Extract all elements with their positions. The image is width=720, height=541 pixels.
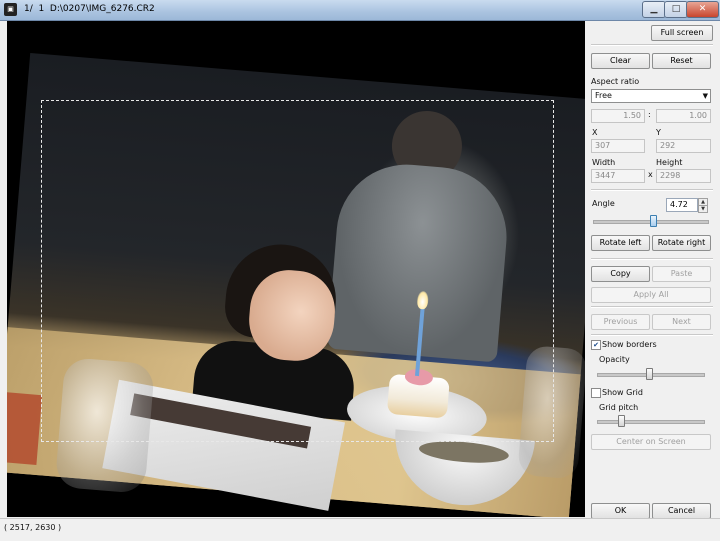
angle-spin-down-icon[interactable]: ▼ [698,205,708,213]
grid-pitch-label: Grid pitch [599,403,639,412]
cancel-button[interactable]: Cancel [652,503,711,519]
opacity-label: Opacity [599,355,630,364]
separator [591,334,713,336]
close-icon: ✕ [698,4,707,14]
dropdown-arrow-icon: ▼ [702,92,708,100]
x-label: X [592,128,598,137]
crop-window: ▣ 1/ 1 D:\0207\IMG_6276.CR2 ▁ □ ✕ Full s… [0,0,720,541]
x-field[interactable]: 307 [591,139,645,153]
height-field[interactable]: 2298 [656,169,711,183]
image-viewer[interactable] [7,21,585,517]
opacity-slider-thumb[interactable] [646,368,653,380]
photo-red-object [7,391,43,465]
paste-button[interactable]: Paste [652,266,711,282]
height-label: Height [656,158,683,167]
crop-settings-panel: Full screen Clear Reset Aspect ratio Fre… [587,21,718,519]
y-field[interactable]: 292 [656,139,711,153]
aspect-ratio-value: Free [595,91,612,100]
show-grid-checkbox[interactable] [591,388,601,398]
app-icon[interactable]: ▣ [4,3,17,16]
apply-all-button[interactable]: Apply All [591,287,711,303]
next-button[interactable]: Next [652,314,711,330]
maximize-icon: □ [671,4,681,14]
aspect-ratio-label: Aspect ratio [591,77,640,86]
crop-rectangle[interactable] [41,100,554,442]
separator [591,189,713,191]
ratio-width-field[interactable]: 1.50 [591,109,645,123]
ratio-separator: : [648,110,651,119]
status-bar: ( 2517, 2630 ) [0,518,720,541]
width-field[interactable]: 3447 [591,169,645,183]
y-label: Y [656,128,661,137]
previous-button[interactable]: Previous [591,314,650,330]
show-borders-checkbox[interactable]: ✔ [591,340,601,350]
separator [591,44,713,46]
times-sign: x [648,170,653,179]
angle-field[interactable]: 4.72 [666,198,698,212]
copy-button[interactable]: Copy [591,266,650,282]
maximize-button[interactable]: □ [664,1,688,18]
separator [591,306,713,308]
reset-button[interactable]: Reset [652,53,711,69]
grid-pitch-slider-track[interactable] [597,420,705,424]
ratio-height-field[interactable]: 1.00 [656,109,711,123]
center-on-screen-button[interactable]: Center on Screen [591,434,711,450]
angle-slider-thumb[interactable] [650,215,657,227]
separator [591,258,713,260]
show-borders-label[interactable]: Show borders [602,340,657,349]
rotate-right-button[interactable]: Rotate right [652,235,711,251]
checkmark-icon: ✔ [593,341,599,349]
angle-label: Angle [592,199,615,208]
close-button[interactable]: ✕ [686,1,719,18]
width-label: Width [592,158,616,167]
minimize-icon: ▁ [650,4,658,14]
window-title: 1/ 1 D:\0207\IMG_6276.CR2 [24,4,155,14]
grid-pitch-slider-thumb[interactable] [618,415,625,427]
clear-button[interactable]: Clear [591,53,650,69]
cursor-coordinates: ( 2517, 2630 ) [4,523,62,532]
aspect-ratio-select[interactable]: Free ▼ [591,89,711,103]
title-bar[interactable]: ▣ 1/ 1 D:\0207\IMG_6276.CR2 ▁ □ ✕ [0,0,720,21]
show-grid-label[interactable]: Show Grid [602,388,643,397]
ok-button[interactable]: OK [591,503,650,519]
rotate-left-button[interactable]: Rotate left [591,235,650,251]
minimize-button[interactable]: ▁ [642,1,666,18]
full-screen-button[interactable]: Full screen [651,25,713,41]
